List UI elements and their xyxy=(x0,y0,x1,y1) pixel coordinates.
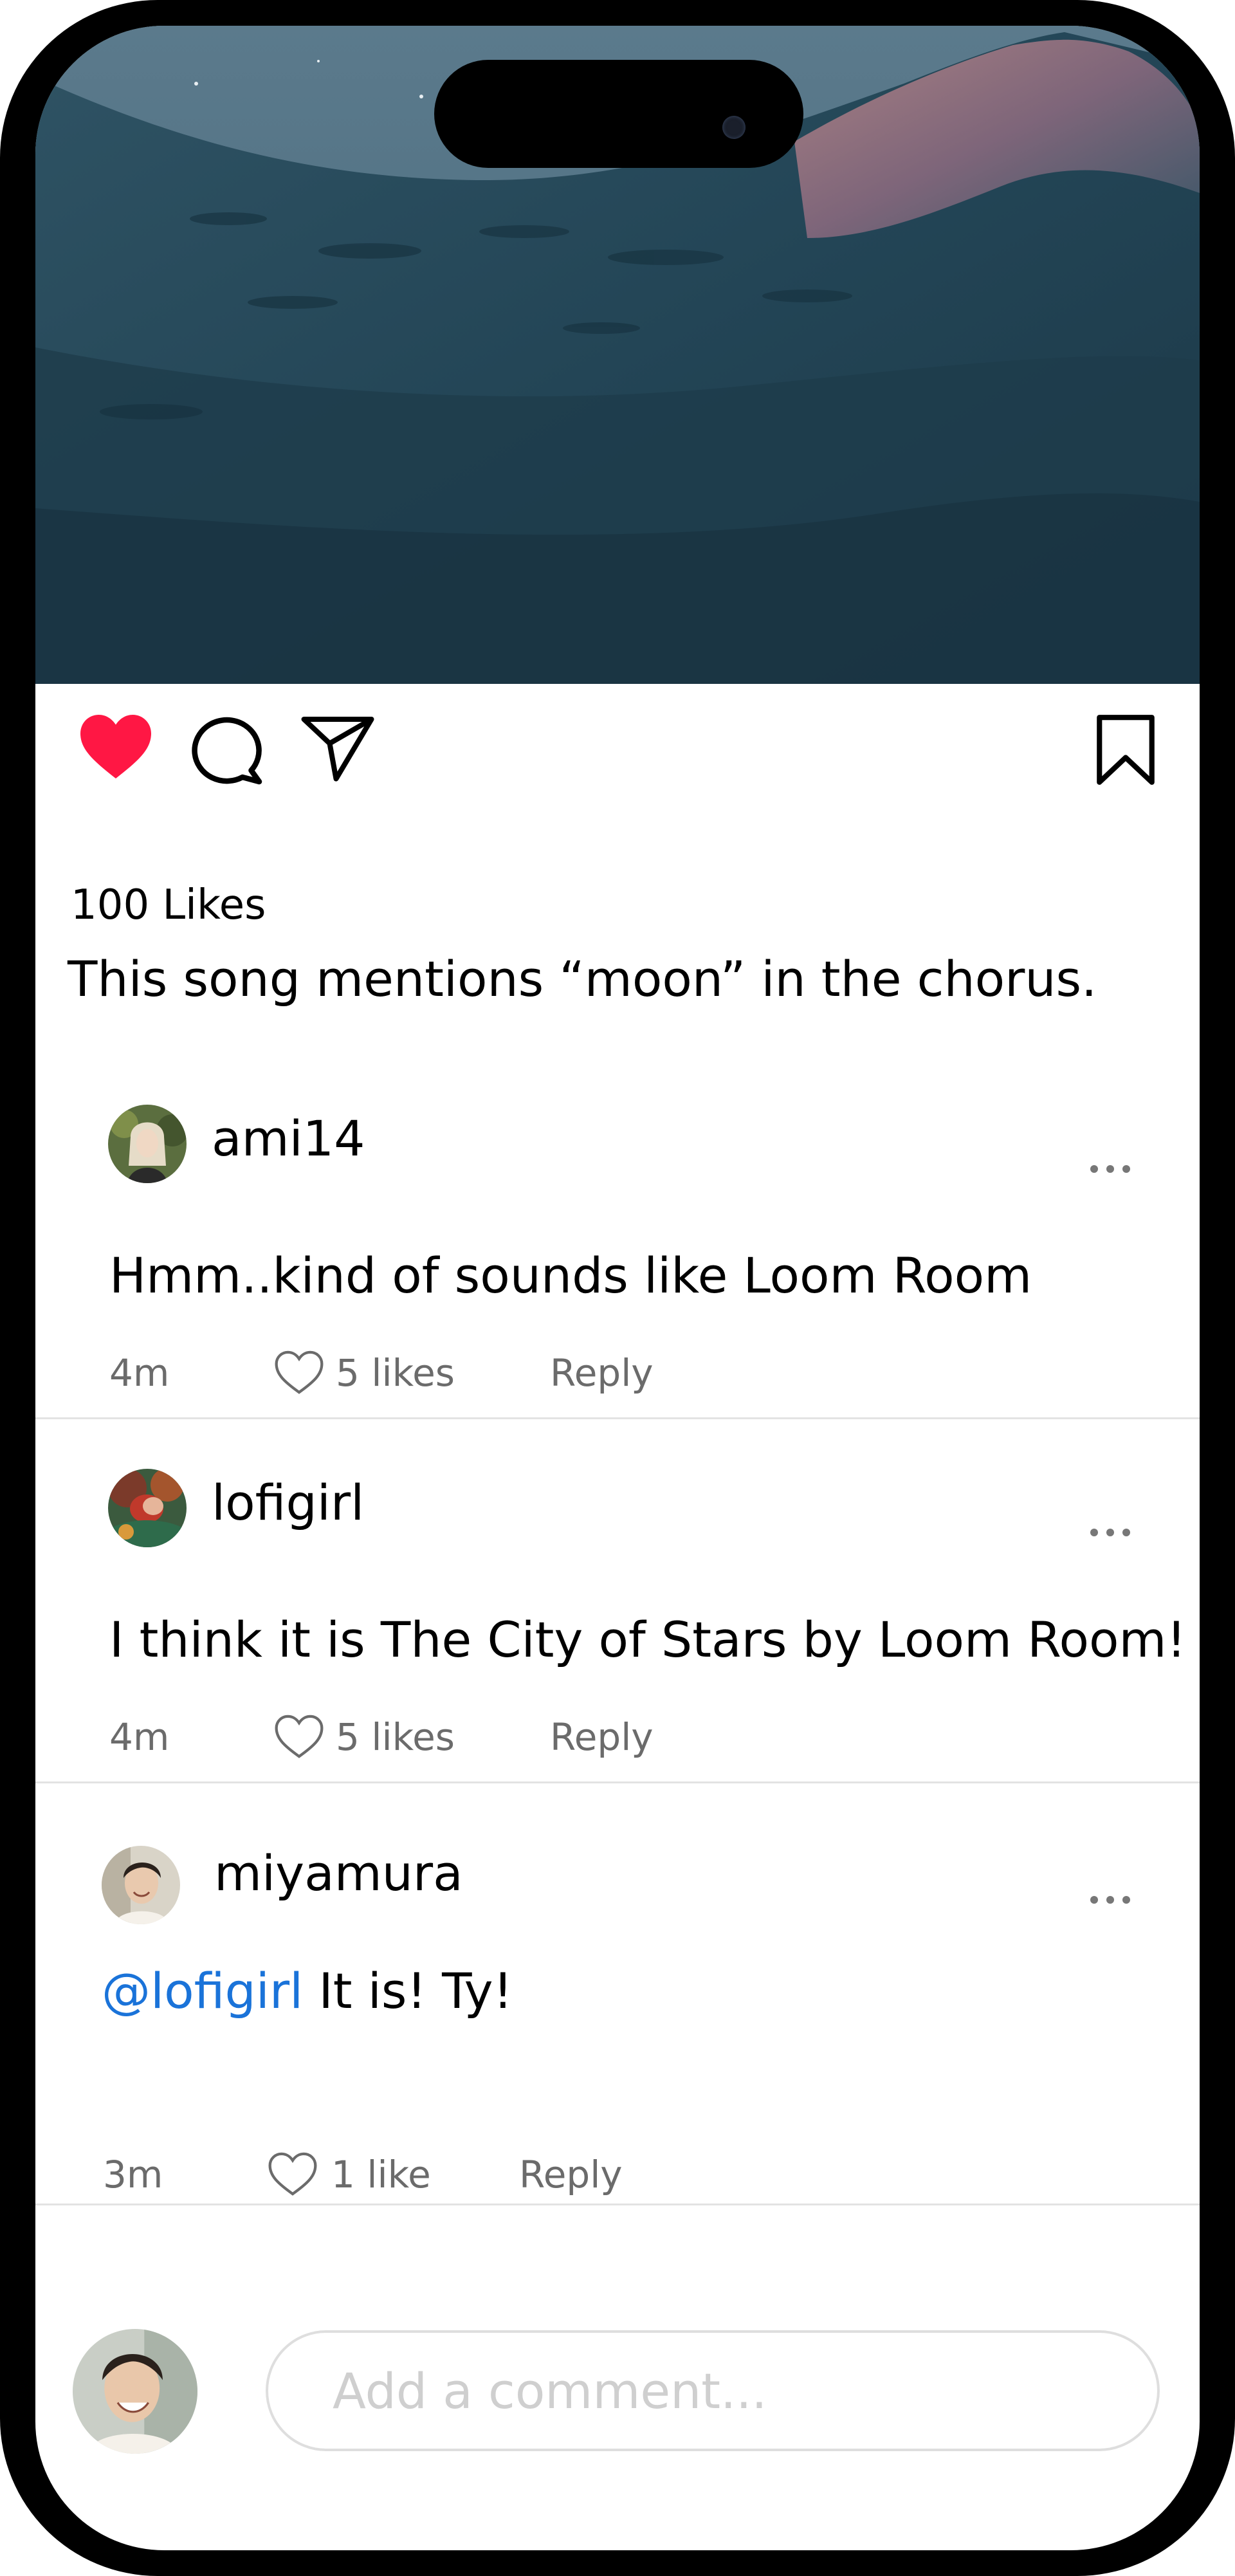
heart-filled-icon[interactable] xyxy=(77,711,154,782)
comment-text: I think it is The City of Stars by Loom … xyxy=(109,1611,1187,1668)
user-mention-link[interactable]: @lofigirl xyxy=(102,1962,303,2019)
dynamic-island xyxy=(434,60,803,168)
play-icon xyxy=(42,29,71,61)
volume-down-button xyxy=(0,682,14,843)
comment-time: 3m xyxy=(103,2153,163,2196)
comment-text: @lofigirl It is! Ty! xyxy=(102,1962,513,2019)
reply-button[interactable]: Reply xyxy=(519,2153,623,2196)
more-dots-icon[interactable] xyxy=(1088,1523,1133,1542)
current-user-avatar[interactable] xyxy=(73,2329,197,2454)
silent-switch xyxy=(0,322,14,405)
comment-bubble-icon[interactable] xyxy=(188,714,266,785)
more-dots-icon[interactable] xyxy=(1088,1159,1133,1179)
comment-username[interactable]: lofigirl xyxy=(212,1478,364,1527)
likes-count[interactable]: 100 Likes xyxy=(71,881,266,929)
divider xyxy=(35,1417,1200,1419)
heart-outline-icon[interactable] xyxy=(273,1349,325,1395)
heart-outline-icon[interactable] xyxy=(273,1713,325,1760)
paper-plane-icon[interactable] xyxy=(299,713,376,784)
comment-username[interactable]: ami14 xyxy=(212,1114,365,1163)
reply-button[interactable]: Reply xyxy=(550,1351,654,1395)
avatar[interactable] xyxy=(108,1469,187,1547)
avatar[interactable] xyxy=(102,1846,180,1924)
bookmark-icon[interactable] xyxy=(1090,713,1161,787)
screen: 100 Likes This song mentions “moon” in t… xyxy=(35,26,1200,2550)
comment-text: Hmm..kind of sounds like Loom Room xyxy=(109,1247,1032,1304)
comment-likes[interactable]: 5 likes xyxy=(336,1351,455,1395)
heart-outline-icon[interactable] xyxy=(267,2151,318,2197)
comment-time: 4m xyxy=(109,1715,170,1759)
add-comment-input[interactable] xyxy=(266,2330,1160,2451)
divider xyxy=(35,1781,1200,1783)
divider xyxy=(35,2203,1200,2205)
more-dots-icon[interactable] xyxy=(1088,1890,1133,1909)
volume-up-button xyxy=(0,470,14,630)
comment-username[interactable]: miyamura xyxy=(214,1849,463,1898)
comment-likes[interactable]: 5 likes xyxy=(336,1715,455,1759)
comment-text-body: It is! Ty! xyxy=(303,1962,513,2019)
comment-time: 4m xyxy=(109,1351,170,1395)
reply-button[interactable]: Reply xyxy=(550,1715,654,1759)
power-button xyxy=(1221,528,1235,798)
front-camera xyxy=(722,116,746,139)
avatar[interactable] xyxy=(108,1105,187,1183)
post-caption: This song mentions “moon” in the chorus. xyxy=(68,950,1097,1007)
comment-likes[interactable]: 1 like xyxy=(331,2153,431,2196)
phone-frame: 100 Likes This song mentions “moon” in t… xyxy=(0,0,1235,2576)
